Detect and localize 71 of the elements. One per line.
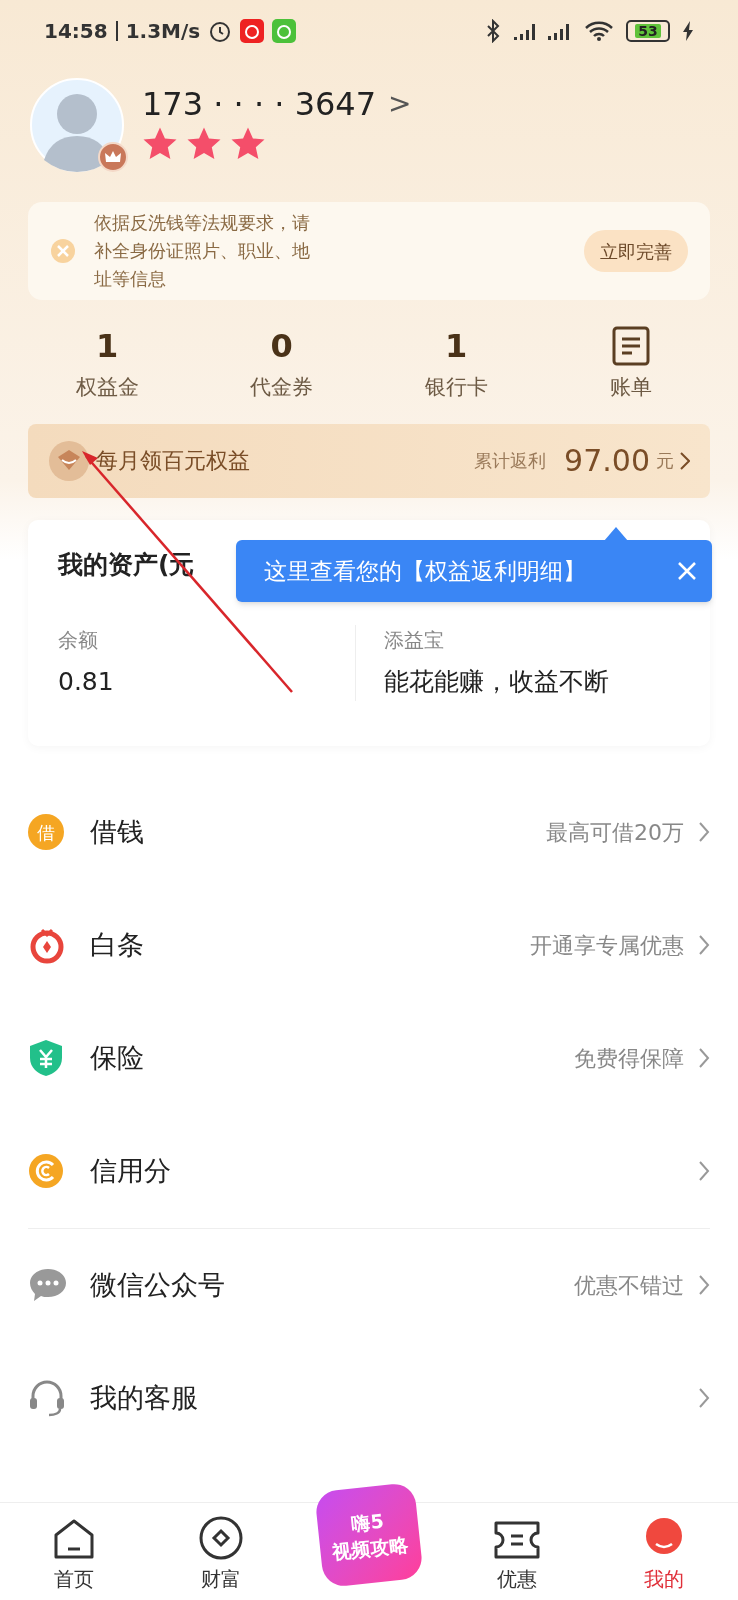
pomegranate-icon: [28, 926, 66, 964]
chevron-icon: [698, 1160, 710, 1182]
stat-value: 1: [445, 326, 468, 366]
menu-label: 白条: [90, 927, 145, 962]
phone-number[interactable]: 173 · · · · 3647: [142, 88, 377, 120]
menu-label: 信用分: [90, 1153, 172, 1188]
tab[interactable]: 财富: [147, 1503, 296, 1600]
menu-label: 微信公众号: [90, 1267, 226, 1302]
menu-label: 保险: [90, 1040, 145, 1075]
shield-icon: [28, 1039, 64, 1077]
tab[interactable]: 首页: [0, 1503, 148, 1600]
credit-icon: [28, 1153, 64, 1189]
star-icon: [230, 126, 266, 162]
close-icon[interactable]: [678, 562, 696, 580]
notice-text: 依据反洗钱等法规要求，请补全身份证照片、职业、地址等信息: [94, 211, 311, 291]
menu-label: 我的客服: [90, 1380, 199, 1415]
menu-row[interactable]: 信用分: [28, 1114, 710, 1228]
gem-icon: [48, 439, 90, 482]
chevron-icon: [698, 1274, 710, 1296]
stat-label[interactable]: 代金券: [250, 372, 314, 404]
benefit-title: 每月领百元权益: [96, 447, 251, 475]
bill-icon: [611, 326, 650, 366]
chevron-icon: [698, 1387, 710, 1409]
wifi-icon: [584, 20, 614, 42]
menu-detail: 优惠不错过: [574, 1271, 684, 1300]
menu-detail: 开通享专属优惠: [530, 931, 684, 960]
chat-icon: [28, 1267, 68, 1303]
star-icon: [186, 126, 222, 162]
menu-label: 借钱: [90, 814, 145, 849]
coin-icon: [199, 1516, 244, 1560]
stat-label[interactable]: 银行卡: [424, 372, 488, 404]
tooltip-text: 这里查看您的【权益返利明细】: [264, 556, 586, 586]
menu-row[interactable]: 白条 开通享专属优惠: [28, 888, 710, 1002]
asset-value: 0.81: [58, 666, 115, 698]
menu-detail: 免费得保障: [574, 1044, 684, 1073]
currency-unit: 元: [656, 449, 674, 473]
rebate-amount: 97.00: [564, 442, 650, 480]
complete-button[interactable]: 立即完善: [584, 230, 688, 272]
ticket-icon: [493, 1520, 540, 1560]
crown-badge-icon: [98, 142, 128, 172]
chevron-icon: [698, 821, 710, 843]
chevron-icon: [698, 934, 710, 956]
asset-label: 添益宝: [383, 627, 445, 654]
tab[interactable]: 优惠: [442, 1503, 591, 1600]
asset-label: 余额: [58, 627, 99, 654]
promo-tab[interactable]: 嗨5 视频攻略: [314, 1482, 424, 1588]
chevron-icon: [698, 1047, 710, 1069]
menu-row[interactable]: 我的客服: [28, 1341, 710, 1455]
home-icon: [52, 1518, 95, 1560]
star-icon: [142, 126, 178, 162]
rebate-caption: 累计返利: [474, 449, 547, 473]
battery-indicator: 53: [626, 20, 670, 42]
benefit-bar[interactable]: 每月领百元权益 累计返利 97.00 元: [28, 423, 710, 498]
stat-value: 1: [96, 326, 119, 366]
bluetooth-icon: [486, 19, 500, 43]
menu-detail: 最高可借20万: [546, 818, 684, 847]
stat-label[interactable]: 权益金: [75, 372, 139, 404]
menu-row[interactable]: 保险 免费得保障: [28, 1001, 710, 1115]
tab[interactable]: 我的: [590, 1503, 738, 1600]
menu-row[interactable]: 借 借钱 最高可借20万: [28, 775, 710, 889]
charging-icon: [682, 21, 694, 41]
headset-icon: [28, 1379, 66, 1417]
clock-time: 14:58: [44, 18, 108, 45]
menu-row[interactable]: 微信公众号 优惠不错过: [28, 1228, 710, 1342]
chevron-icon: [680, 451, 690, 470]
chevron-icon: >: [388, 90, 412, 118]
network-speed: 1.3M/s: [125, 18, 201, 45]
stat-label[interactable]: 账单: [609, 372, 652, 404]
loan-badge-icon: 借: [28, 814, 64, 850]
stat-value: 0: [270, 326, 293, 366]
asset-value: 能花能赚，收益不断: [383, 666, 610, 698]
